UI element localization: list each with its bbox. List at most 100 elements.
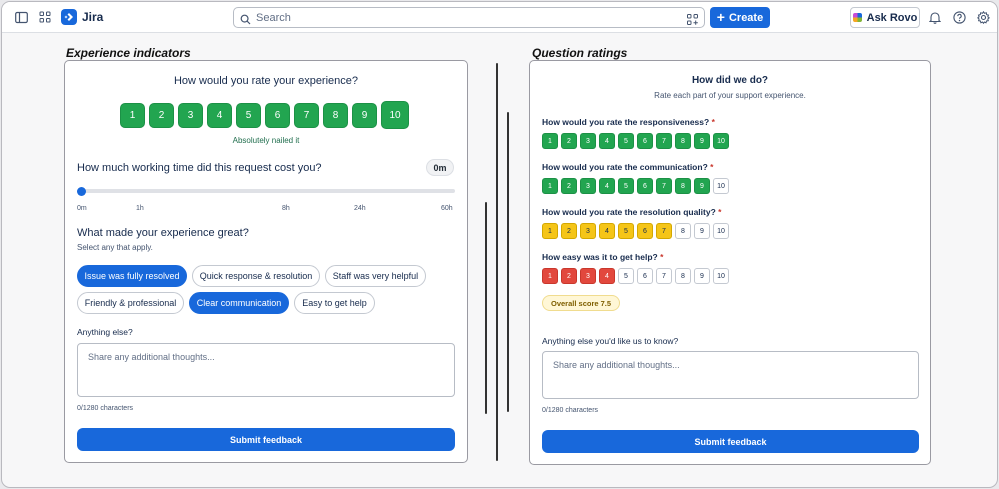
rating-option-5[interactable]: 5 <box>618 178 634 194</box>
search-input[interactable]: Search <box>233 7 705 28</box>
rating-button-9[interactable]: 9 <box>352 103 377 128</box>
chip-friendly-professional[interactable]: Friendly & professional <box>77 292 184 314</box>
rating-option-3[interactable]: 3 <box>580 178 596 194</box>
rating-option-6[interactable]: 6 <box>637 178 653 194</box>
ask-rovo-label: Ask Rovo <box>866 11 918 24</box>
required-asterisk: * <box>718 207 722 217</box>
rating-button-7[interactable]: 7 <box>294 103 319 128</box>
help-icon[interactable] <box>952 10 966 24</box>
rating-option-8[interactable]: 8 <box>675 268 691 284</box>
rating-option-8[interactable]: 8 <box>675 133 691 149</box>
rating-option-7[interactable]: 7 <box>656 268 672 284</box>
rating-option-2[interactable]: 2 <box>561 133 577 149</box>
char-count: 0/1280 characters <box>77 405 134 412</box>
app-switcher-icon[interactable] <box>38 10 52 24</box>
rating-button-5[interactable]: 5 <box>236 103 261 128</box>
anything-else-textarea[interactable]: Share any additional thoughts... <box>77 343 455 397</box>
rating-option-7[interactable]: 7 <box>656 178 672 194</box>
rating-button-3[interactable]: 3 <box>178 103 203 128</box>
top-navigation-bar: Jira Search + Create Ask Rovo <box>2 2 997 33</box>
rating-option-10[interactable]: 10 <box>713 133 729 149</box>
chip-issue-fully-resolved[interactable]: Issue was fully resolved <box>77 265 187 287</box>
rating-option-10[interactable]: 10 <box>713 223 729 239</box>
anything-else-label: Anything else you'd like us to know? <box>542 336 679 346</box>
jira-logo-icon[interactable] <box>61 9 77 25</box>
rating-option-10[interactable]: 10 <box>713 268 729 284</box>
rating-option-5[interactable]: 5 <box>618 133 634 149</box>
chip-staff-helpful[interactable]: Staff was very helpful <box>325 265 426 287</box>
rating-option-1[interactable]: 1 <box>542 268 558 284</box>
rating-option-6[interactable]: 6 <box>637 133 653 149</box>
rating-option-3[interactable]: 3 <box>580 268 596 284</box>
rating-button-8[interactable]: 8 <box>323 103 348 128</box>
rating-question-label: How would you rate the resolution qualit… <box>542 207 721 217</box>
rating-button-4[interactable]: 4 <box>207 103 232 128</box>
rating-option-4[interactable]: 4 <box>599 268 615 284</box>
submit-feedback-button[interactable]: Submit feedback <box>542 430 919 453</box>
required-asterisk: * <box>660 252 664 262</box>
rating-option-4[interactable]: 4 <box>599 133 615 149</box>
chip-quick-response[interactable]: Quick response & resolution <box>192 265 320 287</box>
create-button[interactable]: + Create <box>710 7 770 28</box>
rating-button-2[interactable]: 2 <box>149 103 174 128</box>
great-question: What made your experience great? <box>77 227 249 239</box>
rating-option-2[interactable]: 2 <box>561 178 577 194</box>
notifications-bell-icon[interactable] <box>928 10 942 24</box>
rating-option-9[interactable]: 9 <box>694 268 710 284</box>
time-slider-track[interactable] <box>79 189 455 193</box>
app-name[interactable]: Jira <box>82 10 103 24</box>
rating-option-8[interactable]: 8 <box>675 178 691 194</box>
question-text: How would you rate the communication? <box>542 162 708 172</box>
divider-line <box>485 202 487 414</box>
rating-option-9[interactable]: 9 <box>694 178 710 194</box>
rating-option-6[interactable]: 6 <box>637 268 653 284</box>
rating-option-7[interactable]: 7 <box>656 133 672 149</box>
rating-option-4[interactable]: 4 <box>599 223 615 239</box>
rovo-icon <box>852 13 862 22</box>
rating-option-2[interactable]: 2 <box>561 268 577 284</box>
rating-option-1[interactable]: 1 <box>542 223 558 239</box>
rating-option-1[interactable]: 1 <box>542 133 558 149</box>
time-cost-question: How much working time did this request c… <box>77 162 322 174</box>
chip-clear-communication[interactable]: Clear communication <box>189 292 289 314</box>
search-filter-icon[interactable] <box>687 12 698 30</box>
rating-scale: 1 2 3 4 5 6 7 8 9 10 <box>542 223 729 239</box>
rating-button-6[interactable]: 6 <box>265 103 290 128</box>
create-button-label: Create <box>728 11 764 24</box>
rating-option-3[interactable]: 3 <box>580 223 596 239</box>
question-text: How easy was it to get help? <box>542 252 658 262</box>
rating-option-10[interactable]: 10 <box>713 178 729 194</box>
ask-rovo-button[interactable]: Ask Rovo <box>850 7 920 28</box>
tick-label: 24h <box>354 205 366 212</box>
rating-option-4[interactable]: 4 <box>599 178 615 194</box>
rating-option-5[interactable]: 5 <box>618 268 634 284</box>
rating-scale: 1 2 3 4 5 6 7 8 9 10 <box>542 268 729 284</box>
textarea-placeholder: Share any additional thoughts... <box>553 360 680 370</box>
search-placeholder: Search <box>256 12 291 24</box>
settings-gear-icon[interactable] <box>976 10 990 24</box>
textarea-placeholder: Share any additional thoughts... <box>88 352 215 362</box>
rating-button-1[interactable]: 1 <box>120 103 145 128</box>
time-slider-thumb[interactable] <box>77 186 86 196</box>
question-ratings-panel: How did we do? Rate each part of your su… <box>529 60 931 465</box>
sidebar-toggle-icon[interactable] <box>14 10 28 24</box>
rating-option-6[interactable]: 6 <box>637 223 653 239</box>
rating-option-7[interactable]: 7 <box>656 223 672 239</box>
rating-option-9[interactable]: 9 <box>694 133 710 149</box>
submit-feedback-button[interactable]: Submit feedback <box>77 428 455 451</box>
divider-line <box>496 63 498 461</box>
app-frame: Jira Search + Create Ask Rovo Experience… <box>1 1 998 488</box>
rating-button-10[interactable]: 10 <box>381 101 409 129</box>
rating-option-9[interactable]: 9 <box>694 223 710 239</box>
required-asterisk: * <box>710 162 714 172</box>
chip-easy-to-get-help[interactable]: Easy to get help <box>294 292 375 314</box>
question-text: How would you rate the resolution qualit… <box>542 207 716 217</box>
rating-scale: 1 2 3 4 5 6 7 8 9 10 <box>542 178 729 194</box>
rating-option-5[interactable]: 5 <box>618 223 634 239</box>
rating-option-1[interactable]: 1 <box>542 178 558 194</box>
rating-option-2[interactable]: 2 <box>561 223 577 239</box>
rating-option-8[interactable]: 8 <box>675 223 691 239</box>
anything-else-textarea[interactable]: Share any additional thoughts... <box>542 351 919 399</box>
required-asterisk: * <box>711 117 715 127</box>
rating-option-3[interactable]: 3 <box>580 133 596 149</box>
